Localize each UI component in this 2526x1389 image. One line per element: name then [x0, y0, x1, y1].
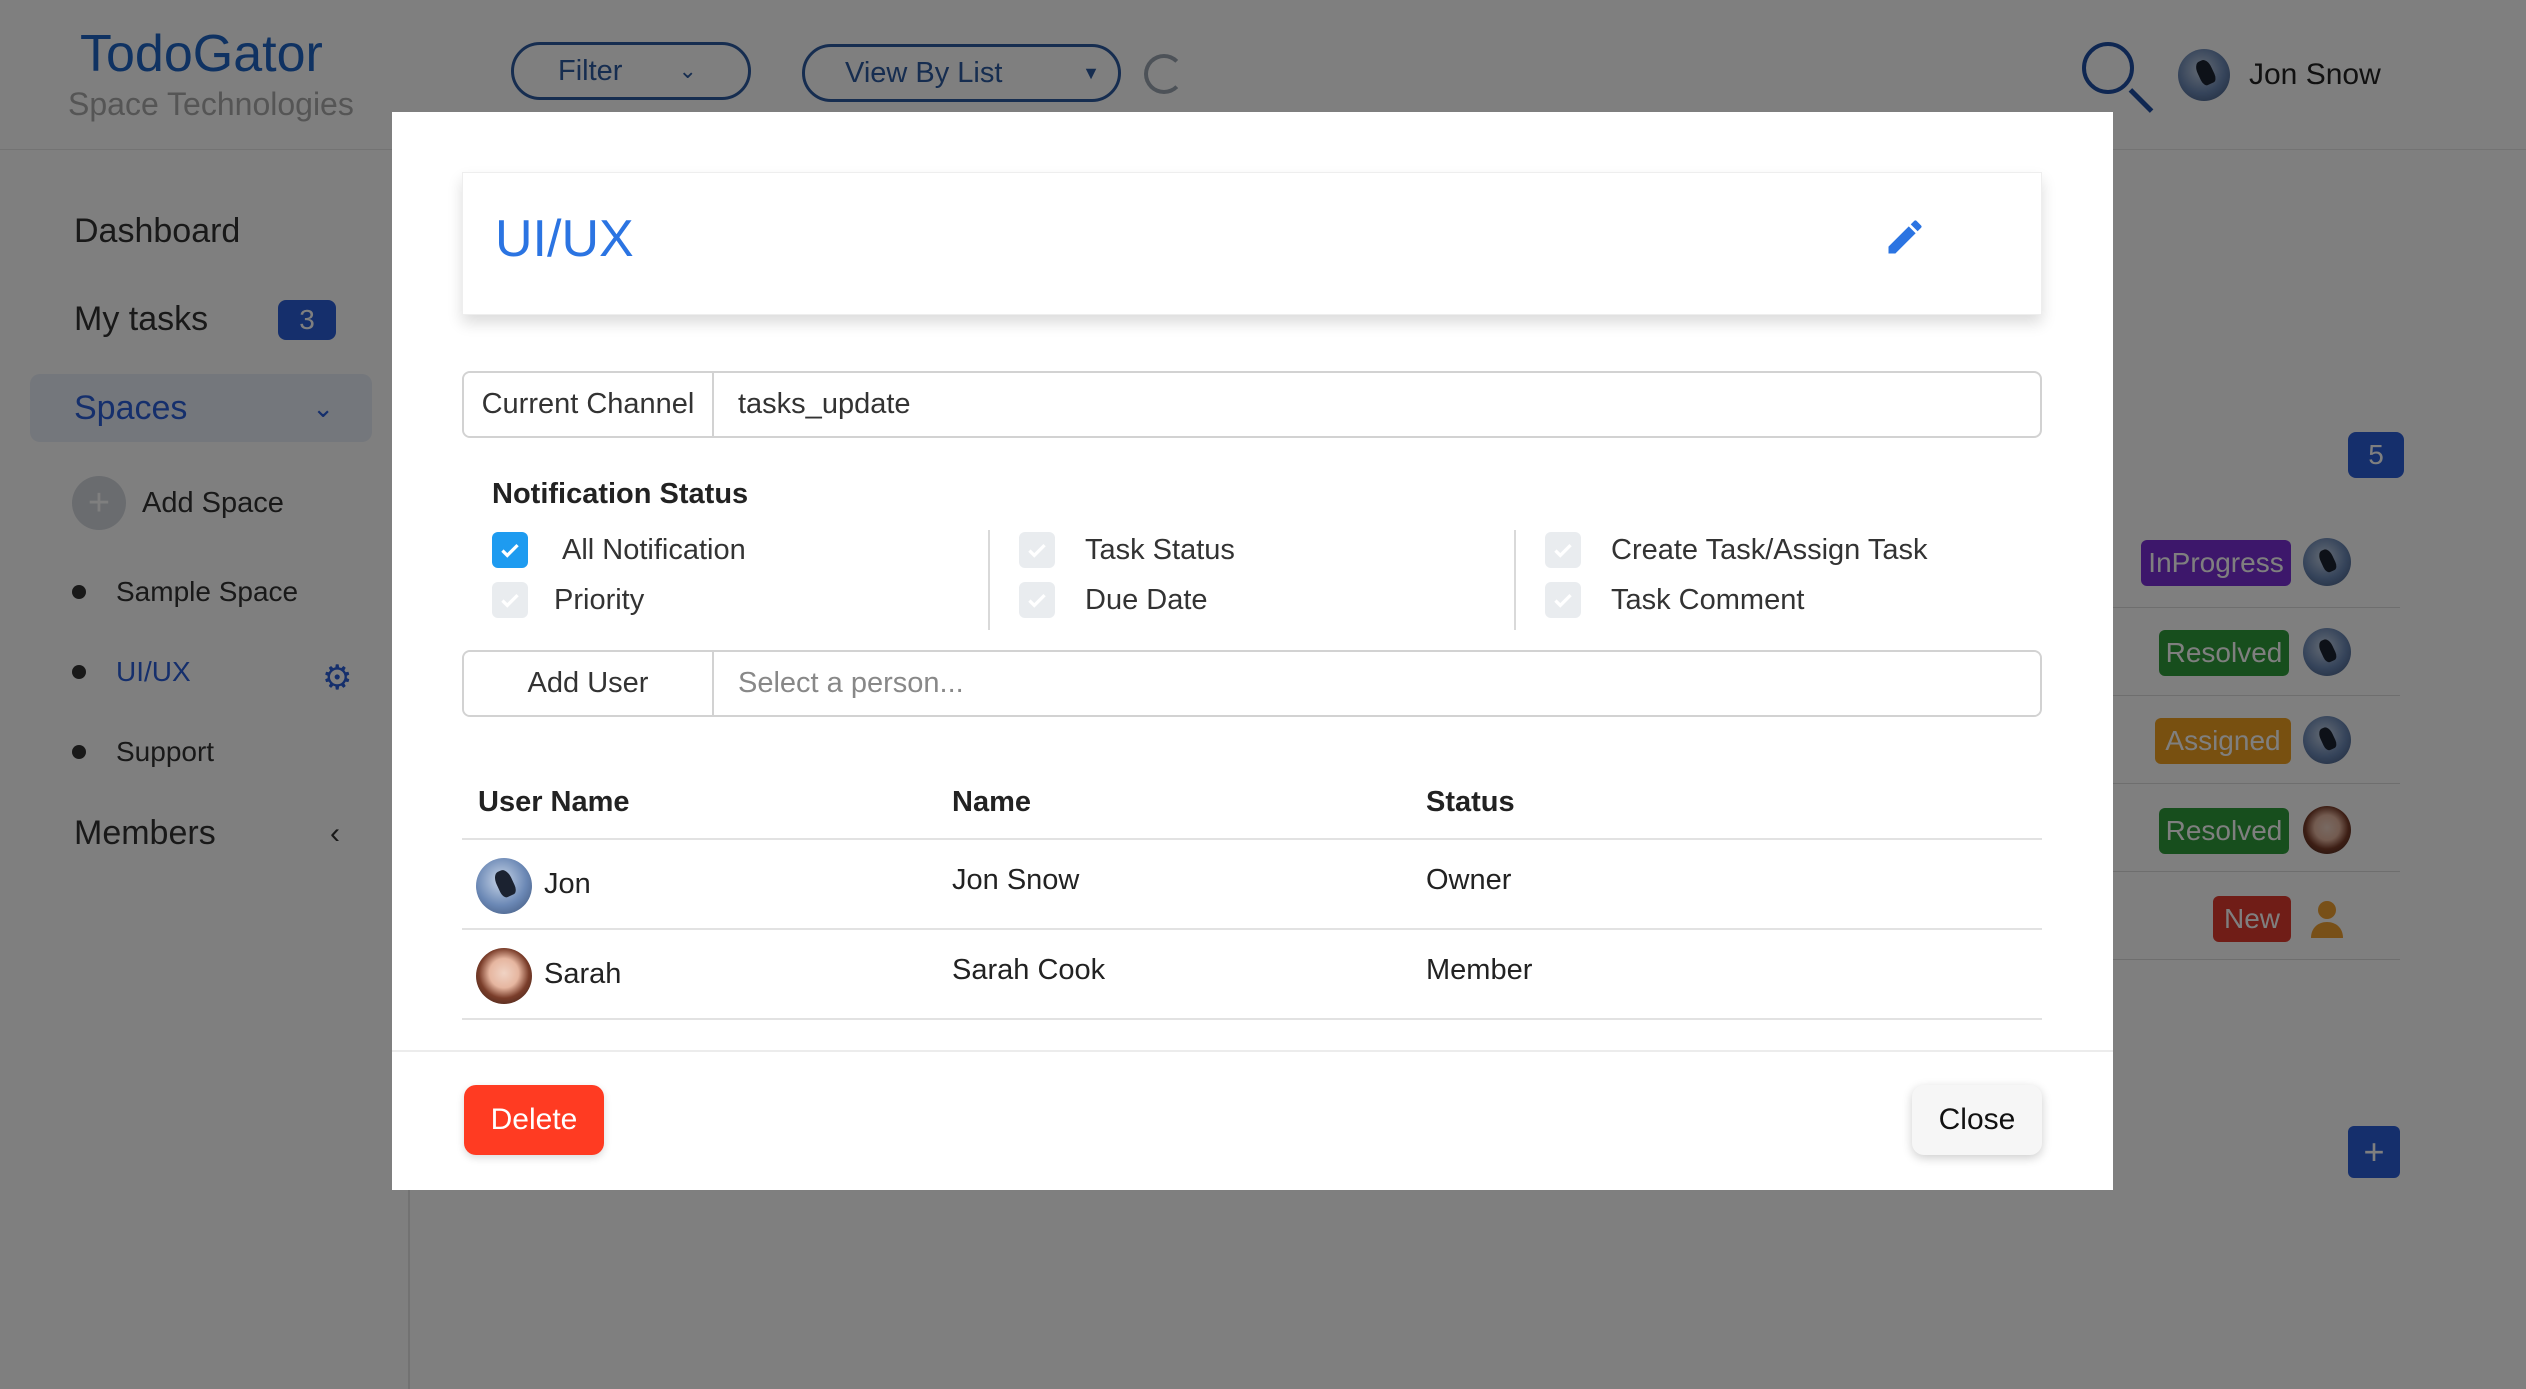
checkbox-icon[interactable] [1019, 532, 1055, 568]
checkbox-due-date[interactable]: Due Date [1019, 582, 1208, 618]
checkbox-label: Priority [554, 583, 645, 616]
table-header-row: User Name Name Status [462, 760, 2042, 840]
checkbox-label: All Notification [562, 533, 746, 566]
current-channel-label: Current Channel [464, 373, 714, 436]
checkbox-task-status[interactable]: Task Status [1019, 532, 1235, 568]
checkbox-priority[interactable]: Priority [492, 582, 644, 618]
checkbox-icon[interactable] [1545, 532, 1581, 568]
cell-username: Sarah [544, 958, 622, 990]
checkbox-all-notification[interactable]: All Notification [492, 532, 746, 568]
current-channel-field: Current Channel tasks_update [462, 371, 2042, 438]
person-select-input[interactable] [714, 652, 2040, 715]
add-user-label[interactable]: Add User [464, 652, 714, 715]
space-title: UI/UX [495, 210, 634, 268]
checkbox-label: Task Status [1085, 533, 1235, 566]
notification-status-heading: Notification Status [492, 478, 749, 510]
checkbox-label: Create Task/Assign Task [1611, 533, 1928, 566]
checkbox-icon[interactable] [1545, 582, 1581, 618]
column-header-username: User Name [478, 786, 630, 818]
cell-status: Member [1426, 954, 1533, 986]
column-header-status: Status [1426, 786, 1515, 818]
space-title-card: UI/UX [462, 172, 2042, 315]
members-table: User Name Name Status Jon Jon Snow Owner… [462, 760, 2042, 1020]
avatar [476, 948, 532, 1004]
checkbox-icon[interactable] [492, 582, 528, 618]
checkbox-label: Due Date [1085, 583, 1208, 616]
checkbox-label: Task Comment [1611, 583, 1805, 616]
column-header-name: Name [952, 786, 1031, 818]
checkbox-create-assign-task[interactable]: Create Task/Assign Task [1545, 532, 1927, 568]
cell-name: Jon Snow [952, 864, 1080, 896]
pencil-icon[interactable] [1883, 215, 1927, 264]
cell-name: Sarah Cook [952, 954, 1106, 986]
close-button[interactable]: Close [1912, 1085, 2042, 1155]
checkbox-icon[interactable] [1019, 582, 1055, 618]
cell-username: Jon [544, 868, 591, 900]
checkbox-checked-icon[interactable] [492, 532, 528, 568]
space-settings-modal: UI/UX Current Channel tasks_update Notif… [392, 112, 2113, 1190]
delete-button[interactable]: Delete [464, 1085, 604, 1155]
add-user-field: Add User [462, 650, 2042, 717]
avatar [476, 858, 532, 914]
table-row[interactable]: Sarah Sarah Cook Member [462, 930, 2042, 1020]
cell-status: Owner [1426, 864, 1512, 896]
current-channel-value: tasks_update [738, 388, 911, 420]
table-row[interactable]: Jon Jon Snow Owner [462, 840, 2042, 930]
modal-footer-divider [392, 1050, 2113, 1052]
divider [988, 530, 990, 630]
checkbox-task-comment[interactable]: Task Comment [1545, 582, 1804, 618]
divider [1514, 530, 1516, 630]
